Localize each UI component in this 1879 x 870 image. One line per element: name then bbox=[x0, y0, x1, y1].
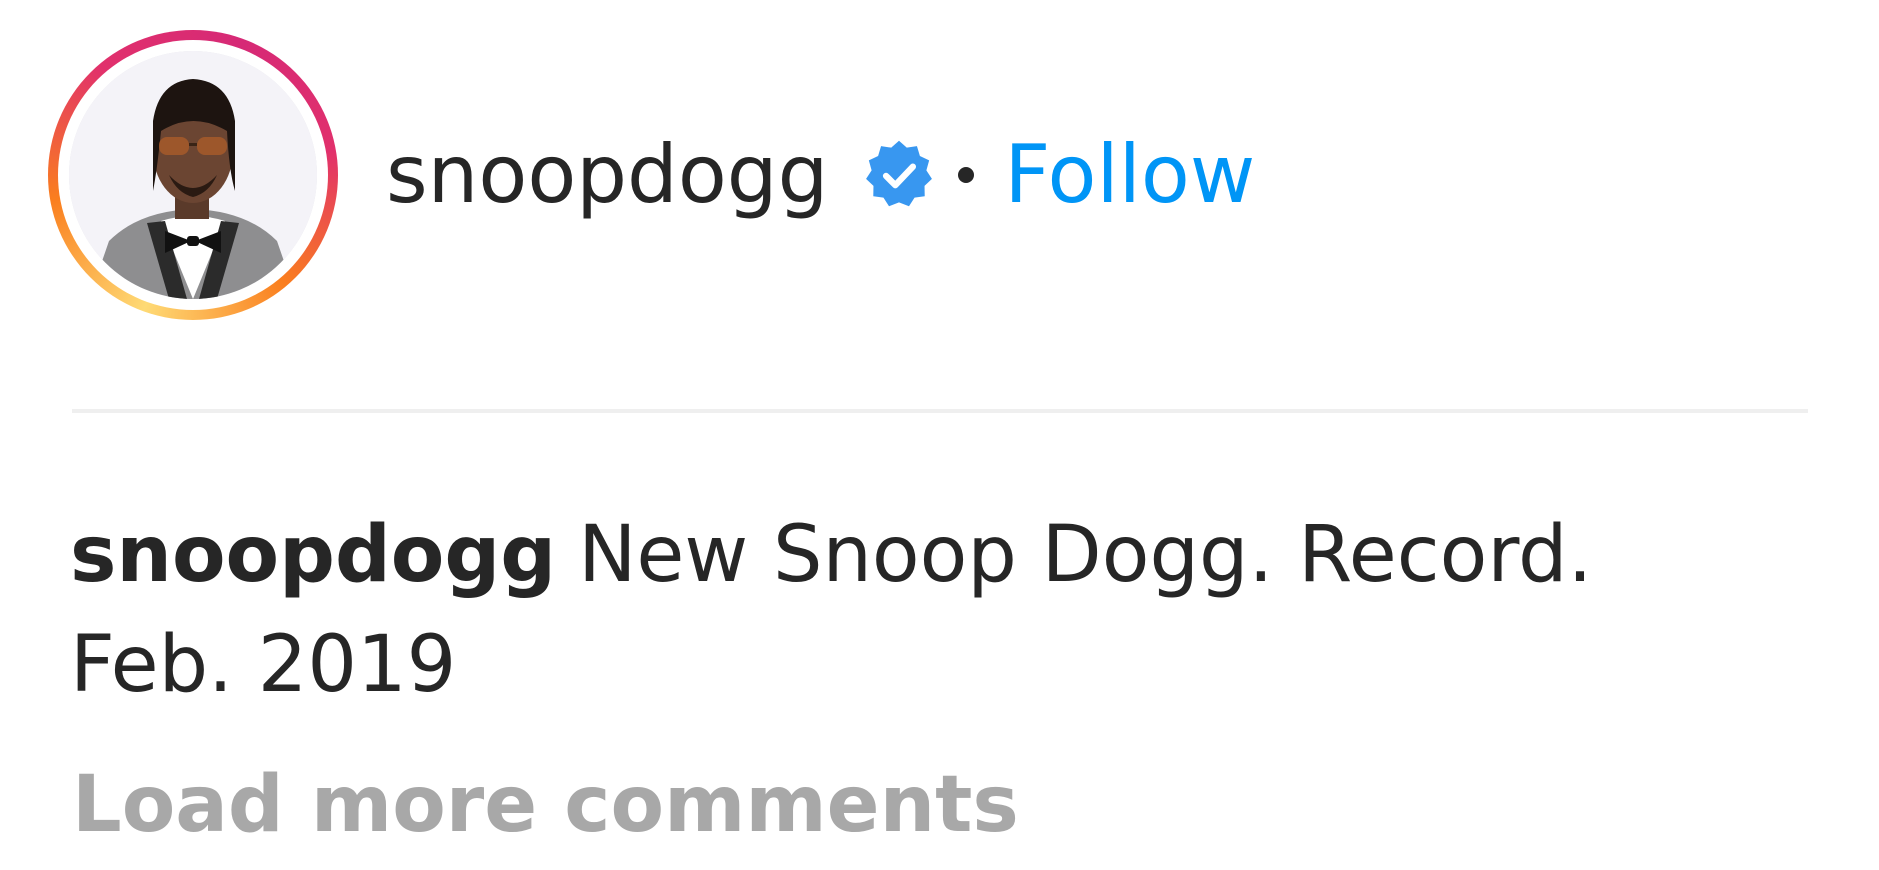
post-header: snoopdogg Follow bbox=[48, 30, 1255, 320]
follow-button[interactable]: Follow bbox=[1004, 135, 1255, 215]
story-ring[interactable] bbox=[48, 30, 338, 320]
avatar[interactable] bbox=[69, 51, 317, 299]
post-username[interactable]: snoopdogg bbox=[386, 135, 828, 215]
caption-username[interactable]: snoopdogg bbox=[70, 510, 556, 600]
divider bbox=[72, 409, 1808, 413]
post-caption: snoopdogg New Snoop Dogg. Record. Feb. 20… bbox=[70, 500, 1770, 720]
verified-badge-icon bbox=[862, 138, 936, 212]
avatar-image bbox=[69, 51, 317, 299]
separator-dot bbox=[958, 167, 975, 183]
load-more-comments-button[interactable]: Load more comments bbox=[72, 762, 1019, 849]
